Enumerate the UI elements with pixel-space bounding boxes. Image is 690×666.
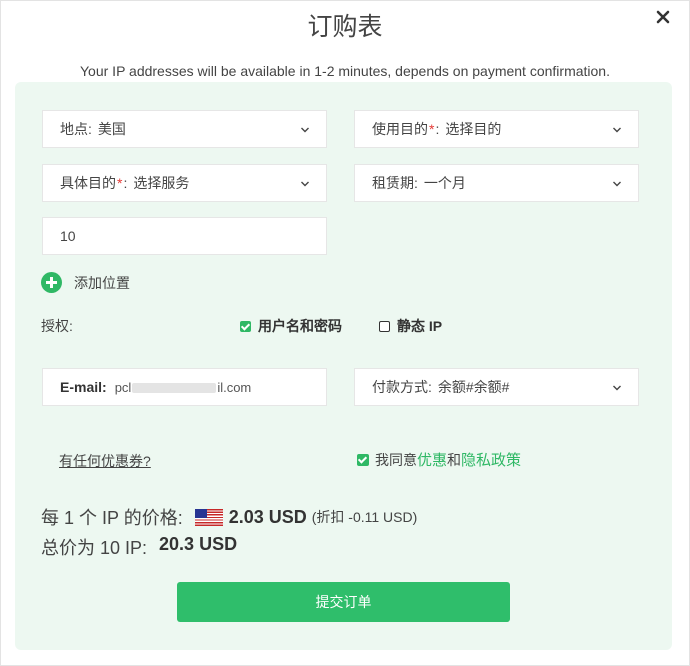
- payment-method-value: 余额#余额#: [437, 379, 510, 395]
- modal-subtitle: Your IP addresses will be available in 1…: [80, 63, 610, 79]
- auth-option-label: 用户名和密码: [258, 318, 342, 334]
- chevron-down-icon: [613, 181, 621, 187]
- payment-method-label: 付款方式:: [372, 379, 432, 395]
- chevron-down-icon: [613, 385, 621, 391]
- auth-option-label: 静态 IP: [397, 318, 443, 334]
- redacted-text: [132, 383, 217, 394]
- chevron-down-icon: [301, 127, 309, 133]
- lease-period-select[interactable]: 租赁期: 一个月: [354, 164, 639, 202]
- location-value: 美国: [97, 121, 126, 137]
- location-select[interactable]: 地点: 美国: [42, 110, 327, 148]
- per-ip-price-row: 每 1 个 IP 的价格: 2.03 USD (折扣 -0.11 USD): [41, 504, 417, 530]
- location-label: 地点:: [60, 121, 92, 137]
- usage-purpose-label: 使用目的: [372, 121, 428, 137]
- offer-terms-link[interactable]: 优惠: [417, 449, 447, 470]
- checkbox-checked-icon: [240, 320, 251, 332]
- auth-static-ip-checkbox[interactable]: 静态 IP: [379, 316, 442, 336]
- email-value-start: pcl: [114, 379, 132, 395]
- checkbox-unchecked-icon: [379, 320, 390, 332]
- submit-order-button[interactable]: 提交订单: [177, 582, 510, 622]
- us-flag-icon: [194, 508, 223, 526]
- chevron-down-icon: [301, 181, 309, 187]
- total-price-row: 总价为 10 IP: 20.3 USD: [41, 534, 237, 560]
- payment-method-select[interactable]: 付款方式: 余额#余额#: [354, 368, 639, 406]
- total-price-label: 总价为 10 IP:: [41, 538, 148, 558]
- quantity-value: 10: [60, 228, 76, 244]
- add-location-button[interactable]: 添加位置: [41, 272, 130, 293]
- discount-text: (折扣 -0.11 USD): [311, 509, 418, 525]
- agreement-and: 和: [447, 451, 462, 468]
- order-modal: 订购表 Your IP addresses will be available …: [0, 0, 690, 666]
- email-value-end: il.com: [217, 379, 252, 395]
- total-price: 20.3 USD: [159, 534, 238, 554]
- agreement-checkbox[interactable]: [357, 453, 369, 466]
- specific-purpose-label: 具体目的: [60, 175, 116, 191]
- specific-purpose-colon: :: [123, 175, 128, 191]
- lease-period-label: 租赁期:: [372, 175, 418, 191]
- add-location-label: 添加位置: [74, 274, 130, 291]
- email-field[interactable]: E-mail: pcl il.com: [42, 368, 327, 406]
- per-ip-price-label: 每 1 个 IP 的价格:: [41, 508, 183, 528]
- usage-purpose-colon: :: [435, 121, 440, 137]
- usage-purpose-value: 选择目的: [445, 121, 502, 137]
- usage-purpose-select[interactable]: 使用目的 * : 选择目的: [354, 110, 639, 148]
- quantity-input[interactable]: 10: [42, 217, 327, 255]
- agreement-row: 我同意 优惠 和 隐私政策: [357, 449, 521, 470]
- required-marker: *: [429, 121, 435, 137]
- coupon-link[interactable]: 有任何优惠券?: [59, 451, 151, 471]
- specific-purpose-value: 选择服务: [133, 175, 190, 191]
- required-marker: *: [117, 175, 123, 191]
- email-label: E-mail:: [60, 379, 107, 395]
- agreement-prefix: 我同意: [375, 451, 417, 468]
- authorization-label: 授权:: [41, 318, 73, 334]
- plus-circle-icon: [41, 272, 62, 293]
- privacy-policy-link[interactable]: 隐私政策: [461, 449, 521, 470]
- chevron-down-icon: [613, 127, 621, 133]
- email-value: pcl il.com: [115, 380, 252, 395]
- close-icon[interactable]: [655, 9, 671, 25]
- modal-title: 订购表: [307, 13, 383, 41]
- per-ip-price: 2.03 USD: [228, 506, 307, 527]
- lease-period-value: 一个月: [423, 175, 466, 191]
- specific-purpose-select[interactable]: 具体目的 * : 选择服务: [42, 164, 327, 202]
- auth-username-password-checkbox[interactable]: 用户名和密码: [240, 316, 342, 336]
